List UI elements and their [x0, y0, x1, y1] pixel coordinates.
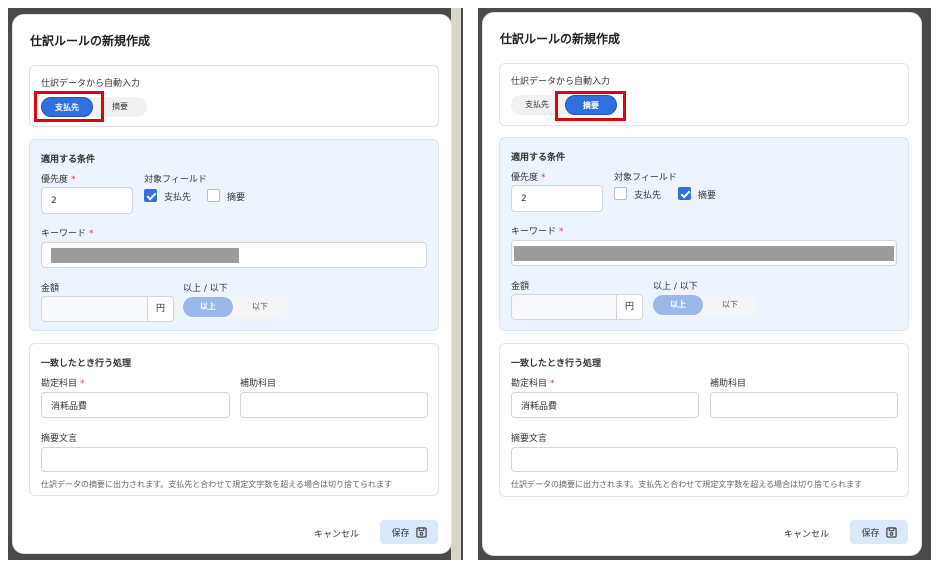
target-field-payee-checkbox[interactable]	[144, 189, 157, 202]
keyword-label: キーワード *	[41, 229, 94, 239]
save-button-label: 保存	[391, 528, 410, 539]
keyword-input[interactable]	[511, 240, 897, 266]
compare-label: 以上 / 以下	[183, 284, 228, 294]
conditions-card: 適用する条件 優先度 * 2 対象フィールド 支払先 摘要 キーワード * 金額 円…	[29, 139, 439, 331]
account-input[interactable]: 消耗品費	[511, 392, 699, 418]
target-field-memo-label: 摘要	[698, 191, 717, 201]
target-field-label: 対象フィールド	[144, 175, 207, 185]
compare-option-below[interactable]: 以下	[707, 295, 753, 315]
save-button[interactable]: 保存	[850, 520, 908, 544]
target-field-memo-label: 摘要	[227, 193, 246, 203]
memo-label: 摘要文言	[511, 434, 548, 444]
cancel-button[interactable]: キャンセル	[314, 527, 359, 540]
conditions-card: 適用する条件 優先度 * 2 対象フィールド 支払先 摘要 キーワード * 金額 円…	[499, 137, 909, 331]
priority-input[interactable]: 2	[511, 185, 603, 212]
keyword-input[interactable]	[41, 242, 427, 268]
sub-account-input[interactable]	[240, 392, 428, 418]
memo-input[interactable]	[511, 447, 898, 472]
save-button-label: 保存	[861, 528, 880, 539]
compare-option-above[interactable]: 以上	[183, 297, 233, 317]
compare-toggle: 以上 以下	[653, 295, 757, 315]
target-field-payee-label: 支払先	[164, 193, 192, 203]
save-button[interactable]: 保存	[380, 520, 438, 544]
actions-card: 一致したとき行う処理 勘定科目 * 消耗品費 補助科目 摘要文言 仕訳データの摘要…	[499, 343, 909, 497]
account-label: 勘定科目 *	[511, 379, 555, 389]
compare-option-above[interactable]: 以上	[653, 295, 703, 315]
keyword-label: キーワード *	[511, 227, 564, 237]
save-icon	[885, 526, 897, 538]
background-page-strip	[451, 8, 461, 560]
compare-label: 以上 / 以下	[653, 282, 698, 292]
memo-help-text: 仕訳データの摘要に出力されます。支払先と合わせて規定文字数を超える場合は切り捨て…	[41, 480, 392, 489]
target-field-label: 対象フィールド	[614, 173, 677, 183]
priority-label: 優先度 *	[41, 175, 76, 185]
amount-input[interactable]	[511, 294, 617, 320]
dialog-title: 仕訳ルールの新規作成	[30, 34, 151, 48]
cancel-button[interactable]: キャンセル	[784, 527, 829, 540]
sub-account-input[interactable]	[710, 392, 898, 418]
priority-input[interactable]: 2	[41, 187, 133, 214]
memo-input[interactable]	[41, 447, 428, 472]
memo-help-text: 仕訳データの摘要に出力されます。支払先と合わせて規定文字数を超える場合は切り捨て…	[511, 480, 862, 489]
auto-input-heading: 仕訳データから自動入力	[41, 79, 141, 89]
sub-account-label: 補助科目	[240, 379, 277, 389]
auto-input-option-payee[interactable]: 支払先	[513, 95, 561, 115]
amount-label: 金額	[511, 282, 530, 292]
dialog-title: 仕訳ルールの新規作成	[500, 32, 621, 46]
target-field-payee-label: 支払先	[634, 191, 662, 201]
actions-heading: 一致したとき行う処理	[41, 359, 132, 369]
highlight-box-right	[555, 91, 626, 121]
account-input[interactable]: 消耗品費	[41, 392, 230, 418]
amount-input[interactable]	[41, 296, 148, 322]
conditions-heading: 適用する条件	[41, 155, 96, 165]
amount-label: 金額	[41, 284, 60, 294]
actions-heading: 一致したとき行う処理	[511, 359, 602, 369]
amount-unit: 円	[617, 294, 643, 320]
target-field-memo-checkbox[interactable]	[678, 187, 691, 200]
conditions-heading: 適用する条件	[511, 153, 566, 163]
memo-label: 摘要文言	[41, 434, 78, 444]
keyword-redacted-value	[514, 246, 894, 261]
auto-input-heading: 仕訳データから自動入力	[511, 77, 611, 87]
amount-unit: 円	[148, 296, 174, 322]
account-label: 勘定科目 *	[41, 379, 85, 389]
compare-toggle: 以上 以下	[183, 297, 287, 317]
priority-label: 優先度 *	[511, 173, 546, 183]
keyword-redacted-value	[51, 248, 239, 263]
highlight-box-left	[34, 91, 104, 122]
rule-dialog-memo: 仕訳ルールの新規作成 仕訳データから自動入力 支払先 摘要 適用する条件 優先度…	[482, 12, 922, 556]
compare-option-below[interactable]: 以下	[237, 297, 283, 317]
target-field-memo-checkbox[interactable]	[207, 189, 220, 202]
actions-card: 一致したとき行う処理 勘定科目 * 消耗品費 補助科目 摘要文言 仕訳データの摘要…	[29, 343, 439, 496]
save-icon	[415, 526, 427, 538]
target-field-payee-checkbox[interactable]	[614, 187, 627, 200]
sub-account-label: 補助科目	[710, 379, 747, 389]
